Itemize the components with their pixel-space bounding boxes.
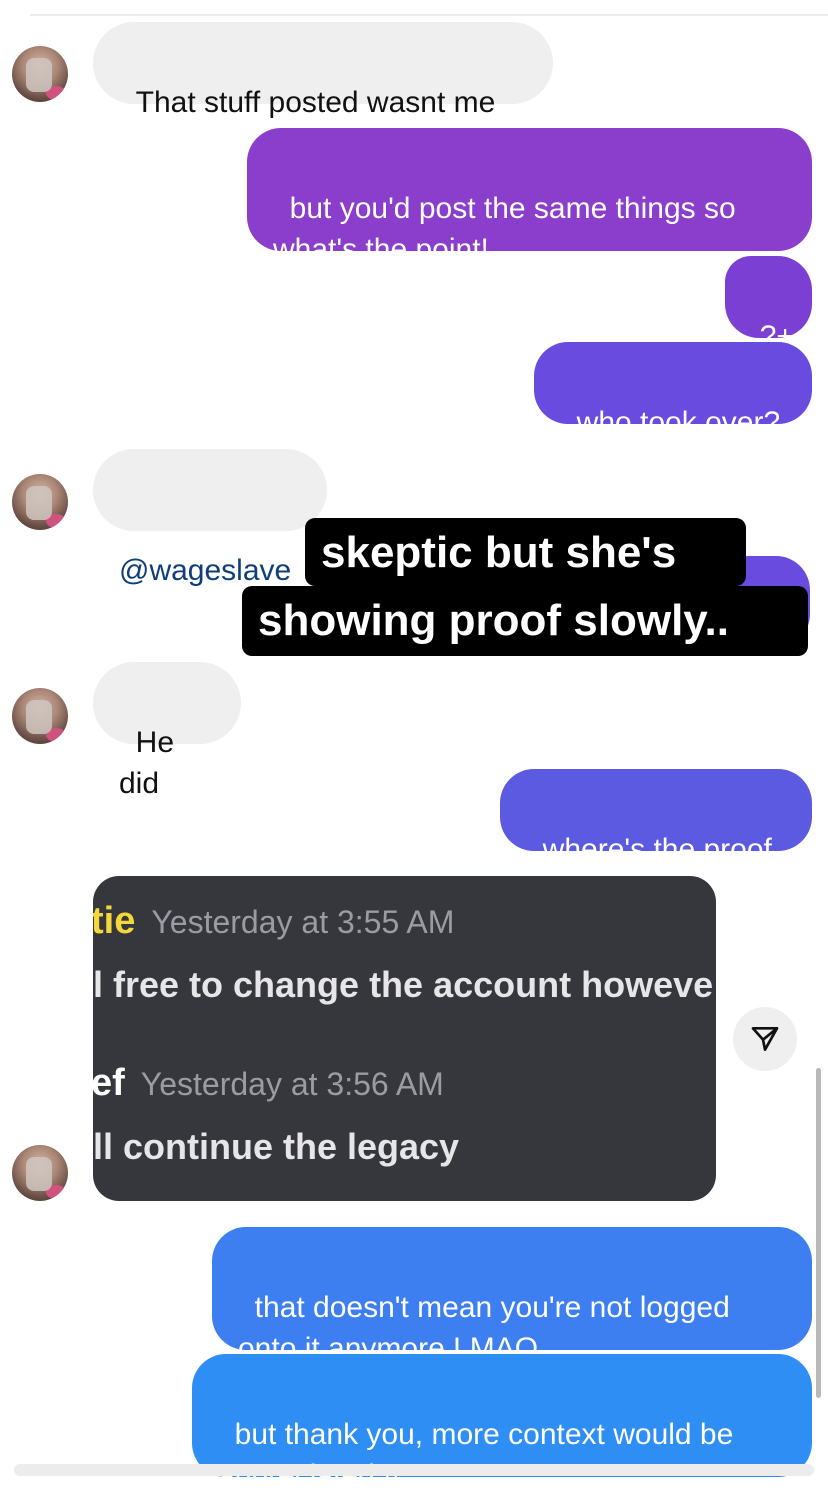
composer-edge	[14, 1464, 814, 1476]
paper-plane-icon	[751, 1027, 779, 1051]
mention-link[interactable]: @wageslave	[119, 554, 291, 587]
image-chat-row: tie Yesterday at 3:55 AM	[93, 900, 454, 943]
top-divider	[30, 14, 828, 16]
image-username: tie	[93, 900, 136, 942]
image-timestamp: Yesterday at 3:56 AM	[140, 1066, 444, 1102]
message-bubble-outgoing[interactable]: that doesn't mean you're not logged onto…	[212, 1227, 812, 1365]
message-text: where's the proof	[542, 833, 772, 866]
message-bubble-incoming[interactable]: He did	[93, 662, 241, 800]
message-bubble-incoming[interactable]: @wageslave	[93, 449, 327, 587]
message-text: but you'd post the same things so what's…	[273, 192, 736, 266]
image-username: ef	[93, 1062, 125, 1104]
sender-avatar[interactable]	[12, 1145, 68, 1201]
sender-avatar[interactable]	[12, 688, 68, 744]
message-bubble-outgoing[interactable]: who took over?	[534, 342, 812, 439]
image-chat-message: ll continue the legacy	[93, 1126, 460, 1167]
message-text: but thank you, more context would be app…	[218, 1418, 734, 1492]
caption-line-2: showing proof slowly..	[242, 586, 808, 656]
message-text: who took over?	[576, 406, 781, 439]
attached-image[interactable]: tie Yesterday at 3:55 AM l free to change…	[93, 876, 716, 1201]
message-bubble-outgoing[interactable]: where's the proof	[500, 769, 812, 866]
message-bubble-outgoing[interactable]: but you'd post the same things so what's…	[247, 128, 812, 266]
message-bubble-incoming[interactable]: That stuff posted wasnt me	[93, 22, 553, 119]
share-button[interactable]	[733, 1007, 797, 1071]
caption-line-1: skeptic but she's	[305, 518, 746, 586]
image-chat-message: l free to change the account howeve	[93, 964, 714, 1005]
image-timestamp: Yesterday at 3:55 AM	[151, 904, 455, 940]
scrollbar[interactable]	[816, 1068, 821, 1398]
image-chat-row: ef Yesterday at 3:56 AM	[93, 1062, 444, 1105]
sender-avatar[interactable]	[12, 474, 68, 530]
message-bubble-outgoing[interactable]: ?+	[725, 256, 812, 353]
message-text: That stuff posted wasnt me	[135, 86, 496, 119]
message-text: He did	[119, 726, 183, 800]
sender-avatar[interactable]	[12, 46, 68, 102]
message-bubble-outgoing[interactable]: but thank you, more context would be app…	[192, 1354, 812, 1492]
